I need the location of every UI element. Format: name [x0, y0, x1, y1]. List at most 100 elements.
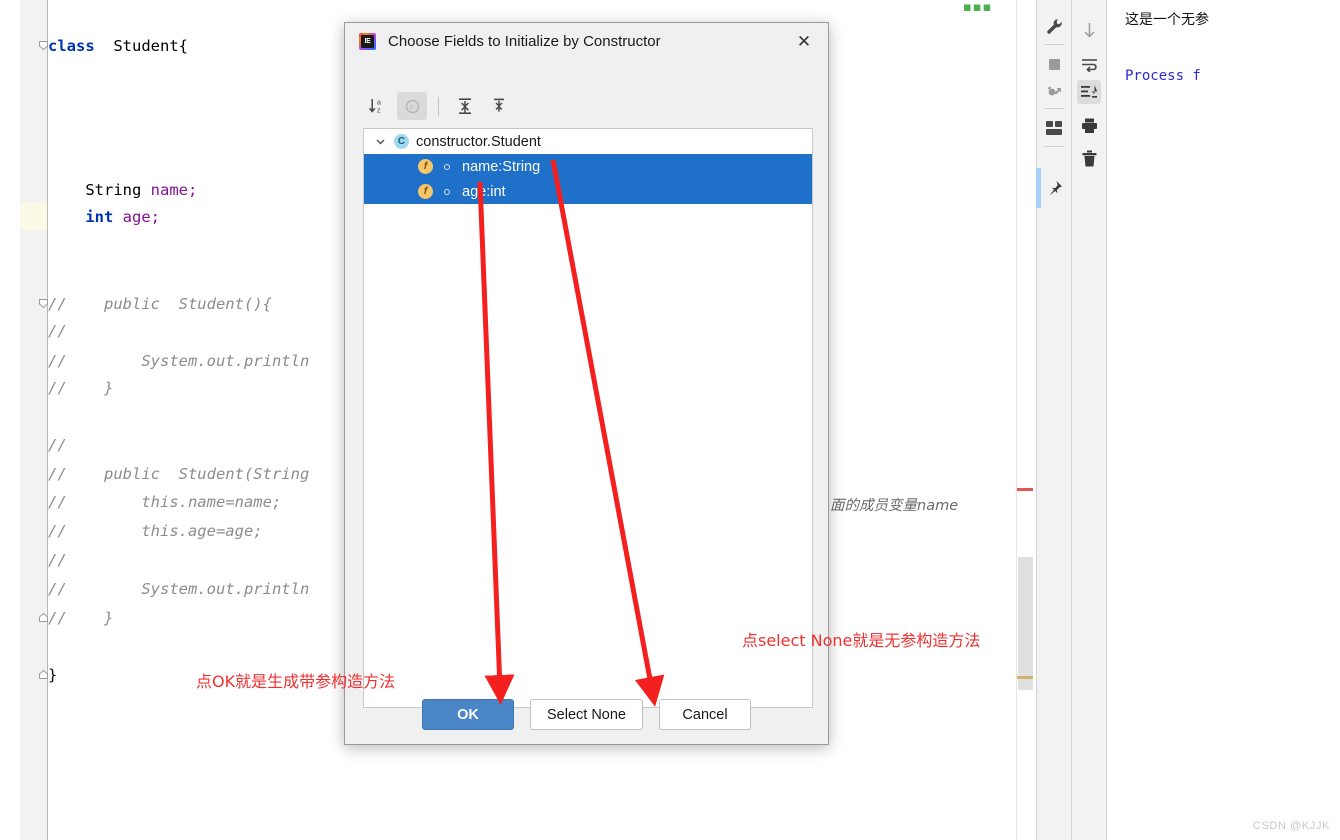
code-token: // public Student(){	[48, 295, 272, 313]
cancel-button[interactable]: Cancel	[659, 699, 751, 730]
select-none-button[interactable]: Select None	[530, 699, 643, 730]
list-item-label: name:String	[462, 158, 541, 175]
editor-vertical-scrollbar-thumb[interactable]	[1018, 557, 1033, 690]
code-token: //	[48, 436, 67, 454]
toolbar-separator-2	[1044, 108, 1064, 109]
watermark: CSDN @KJJK	[1252, 820, 1330, 832]
stop-icon[interactable]	[1042, 52, 1066, 76]
code-line: // this.age=age;	[48, 518, 263, 545]
code-line: //	[48, 547, 67, 574]
console-line: 这是一个无参	[1125, 12, 1209, 28]
code-line: // public Student(){	[48, 291, 272, 318]
collapse-all-icon[interactable]	[484, 92, 514, 120]
close-icon[interactable]: ✕	[792, 31, 816, 53]
gutter-left-margin	[0, 0, 20, 840]
code-token: //	[48, 322, 67, 340]
code-token: // System.out.println	[48, 352, 310, 370]
code-line: //	[48, 432, 67, 459]
code-line: class Student{	[48, 33, 188, 60]
code-token: // this.age=age;	[48, 522, 263, 540]
sort-alphabetically-icon[interactable]: a z	[363, 92, 393, 120]
chevron-down-icon[interactable]	[372, 134, 388, 150]
code-token: }	[48, 666, 58, 684]
warning-marker[interactable]	[1017, 676, 1033, 679]
trash-icon[interactable]	[1077, 146, 1101, 170]
dialog-titlebar[interactable]: IE Choose Fields to Initialize by Constr…	[345, 23, 828, 60]
code-line: //	[48, 318, 67, 345]
list-item-field[interactable]: f age:int	[364, 179, 812, 204]
code-line: String name;	[48, 177, 197, 204]
annotation-select-none-note: 点select None就是无参构造方法	[742, 631, 981, 650]
intellij-idea-icon-label: IE	[361, 35, 374, 48]
code-line: // System.out.println	[48, 348, 309, 375]
package-private-visibility-icon	[439, 163, 455, 170]
code-line: // public Student(String	[48, 461, 309, 488]
code-line: // System.out.println	[48, 576, 309, 603]
console-output[interactable]: 这是一个无参 Process f	[1106, 0, 1340, 840]
screen-root: class Student{ String name; int age; // p…	[0, 0, 1340, 840]
code-token: // }	[48, 379, 114, 397]
list-item-label: constructor.Student	[416, 133, 541, 150]
svg-text:c: c	[409, 102, 413, 111]
field-icon: f	[418, 184, 433, 199]
run-tool-sidebar-left[interactable]	[1036, 0, 1071, 840]
toolbar-separator-1	[1044, 44, 1064, 45]
code-line: int age;	[48, 204, 160, 231]
layout-panels-icon[interactable]	[1042, 116, 1066, 140]
code-token: Student{	[113, 37, 188, 55]
code-token: // public Student(String	[48, 465, 310, 483]
scroll-to-end-icon[interactable]	[1077, 80, 1101, 104]
code-token: // }	[48, 609, 114, 627]
code-token: // System.out.println	[48, 580, 310, 598]
code-line: }	[48, 662, 57, 689]
console-line: Process f	[1125, 68, 1201, 84]
svg-text:a: a	[377, 99, 381, 106]
intellij-idea-icon: IE	[359, 33, 376, 50]
inspection-status-dots: ▪▪▪	[963, 0, 993, 15]
package-private-visibility-icon	[439, 188, 455, 195]
code-line: // }	[48, 605, 113, 632]
active-tool-indicator	[1036, 168, 1041, 208]
toolbar-vertical-separator	[438, 96, 439, 116]
print-icon[interactable]	[1077, 114, 1101, 138]
class-icon: C	[394, 134, 409, 149]
error-marker[interactable]	[1017, 488, 1033, 491]
list-item-field[interactable]: f name:String	[364, 154, 812, 179]
inline-hint-fragment: 面的成员变量name	[830, 498, 959, 514]
scroll-down-icon[interactable]	[1077, 18, 1101, 42]
list-item-class[interactable]: Cconstructor.Student	[364, 129, 812, 154]
dialog-toolbar[interactable]: a z c	[363, 91, 803, 121]
svg-text:z: z	[377, 107, 381, 114]
expand-all-icon[interactable]	[450, 92, 480, 120]
code-token: class	[48, 37, 95, 55]
code-token: name;	[150, 181, 198, 199]
code-token: age;	[122, 208, 160, 226]
code-token: //	[48, 551, 67, 569]
code-token: int	[85, 208, 114, 226]
soft-wrap-icon[interactable]	[1077, 52, 1101, 76]
editor-marker-strip[interactable]	[1016, 0, 1037, 840]
sort-by-class-icon: c	[397, 92, 427, 120]
annotation-ok-note: 点OK就是生成带参构造方法	[196, 672, 396, 691]
list-item-label: age:int	[462, 183, 506, 200]
code-token: String	[85, 181, 142, 199]
fields-list[interactable]: Cconstructor.Student f name:String f age:int	[363, 128, 813, 708]
ok-button[interactable]: OK	[422, 699, 514, 730]
run-tool-sidebar-right[interactable]	[1071, 0, 1106, 840]
rerun-failed-tests-icon[interactable]	[1042, 80, 1066, 104]
code-line: // this.name=name;	[48, 489, 281, 516]
dialog-button-bar[interactable]: OK Select None Cancel	[345, 699, 828, 730]
code-line: // }	[48, 375, 113, 402]
wrench-icon[interactable]	[1042, 14, 1066, 38]
field-icon: f	[418, 159, 433, 174]
code-token: // this.name=name;	[48, 493, 282, 511]
pin-icon[interactable]	[1042, 176, 1066, 200]
gutter-caret-line-highlight	[20, 203, 48, 230]
dialog-title: Choose Fields to Initialize by Construct…	[388, 33, 661, 50]
toolbar-separator-3	[1044, 146, 1064, 147]
